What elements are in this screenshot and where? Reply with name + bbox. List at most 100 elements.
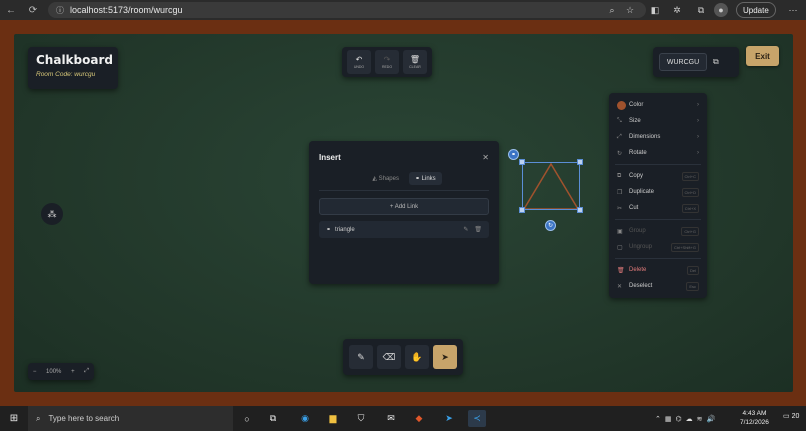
browser-toolbar: ← ⟳ ⓘ localhost:5173/room/wurcgu ⌕ ☆ ◧ ✲… [0,0,806,20]
file-explorer-icon[interactable]: ▆ [324,410,342,427]
profile-avatar[interactable]: ● [714,3,728,17]
menu-item-rotate[interactable]: ↻ Rotate › [609,145,707,161]
link-icon: ⚭ [326,227,332,233]
room-code-display: WURCGU [659,53,707,71]
search-icon: ⌕ [36,413,41,423]
more-menu-icon[interactable]: ⋯ [786,3,800,17]
chevron-right-icon: › [697,134,699,140]
menu-item-copy[interactable]: ⧉ Copy Ctrl+C [609,168,707,184]
pen-tool-button[interactable]: ✎ [349,345,373,369]
favorite-star-icon[interactable]: ☆ [623,3,637,17]
trash-icon[interactable]: 🗑 [474,226,482,233]
modal-title: Insert [319,153,341,162]
windows-start-button[interactable]: ⊞ [0,406,28,431]
menu-item-label: Color [629,102,644,108]
taskbar-search[interactable]: ⌕ Type here to search [28,406,233,431]
add-link-button[interactable]: + Add Link [319,198,489,215]
ungroup-icon: ▢ [617,244,623,251]
cut-icon: ✂ [617,205,623,212]
redo-button[interactable]: ↷ REDO [375,50,399,74]
title-panel: Chalkboard Room Code: wurcgu [28,47,118,89]
cortana-icon[interactable]: ○ [238,410,256,427]
zoom-controls: − 100% + ⤢ [28,363,94,380]
extension-icon[interactable]: ◧ [648,3,662,17]
menu-item-duplicate[interactable]: ❐ Duplicate Ctrl+D [609,184,707,200]
tab-links[interactable]: ⚭ Links [408,172,442,185]
resize-handle-top-left[interactable] [519,159,525,165]
zoom-in-button[interactable]: + [71,369,75,375]
eraser-icon: ⌫ [382,351,396,362]
list-item[interactable]: ⚭ triangle ✎ 🗑 [319,221,489,238]
exit-button[interactable]: Exit [746,46,779,66]
drawing-toolbar: ✎ ⌫ ✋ ➤ [343,339,463,375]
menu-item-dimensions[interactable]: ⤢ Dimensions › [609,129,707,145]
network-icon[interactable]: ⌬ [676,415,682,423]
undo-button[interactable]: ↶ UNDO [347,50,371,74]
menu-divider [615,164,701,165]
menu-item-color[interactable]: Color › [609,97,707,113]
store-icon[interactable]: ⛉ [352,410,370,427]
menu-item-delete[interactable]: 🗑 Delete Del [609,262,707,278]
menu-item-size[interactable]: ⤡ Size › [609,113,707,129]
resize-handle-bottom-right[interactable] [577,207,583,213]
chevron-up-icon[interactable]: ⌃ [655,415,661,423]
task-view-icon[interactable]: ⧉ [264,410,282,427]
refresh-icon[interactable]: ⟳ [24,0,42,20]
zoom-out-button[interactable]: − [33,369,37,375]
undo-icon: ↶ [355,55,363,64]
menu-item-group[interactable]: ▣ Group Ctrl+G [609,223,707,239]
back-arrow-icon[interactable]: ← [2,0,20,20]
close-icon: ✕ [617,283,623,290]
insert-modal: Insert ✕ ◭ Shapes ⚭ Links + Add Link ⚭ t… [309,141,499,284]
fit-screen-icon[interactable]: ⤢ [84,368,89,375]
tab-shapes[interactable]: ◭ Shapes [366,172,405,185]
undo-label: UNDO [353,65,365,69]
mail-icon[interactable]: ✉ [382,410,400,427]
cloud-icon[interactable]: ☁ [686,415,693,423]
chevron-right-icon: › [697,102,699,108]
collections-icon[interactable]: ⧉ [694,3,708,17]
edge-browser-icon[interactable]: ◉ [296,410,314,427]
menu-item-cut[interactable]: ✂ Cut Ctrl+X [609,200,707,216]
cursor-icon: ➤ [441,351,449,362]
hand-tool-button[interactable]: ✋ [405,345,429,369]
vscode-icon[interactable]: ≺ [468,410,486,427]
taskbar-clock[interactable]: 4:43 AM 7/12/2026 [740,409,769,427]
resize-handle-top-right[interactable] [577,159,583,165]
update-button[interactable]: Update [736,2,776,18]
select-tool-button[interactable]: ➤ [433,345,457,369]
extensions-puzzle-icon[interactable]: ✲ [670,3,684,17]
menu-divider [615,219,701,220]
resize-handle-bottom-left[interactable] [519,207,525,213]
eraser-tool-button[interactable]: ⌫ [377,345,401,369]
telegram-icon[interactable]: ➤ [440,410,458,427]
app-tray-icon[interactable]: ▦ [665,415,672,423]
context-menu: Color › ⤡ Size › ⤢ Dimensions › ↻ Rotate… [609,93,707,298]
copy-icon[interactable]: ⧉ [713,57,719,67]
clear-button[interactable]: 🗑 CLEAR [403,50,427,74]
share-nodes-button[interactable]: ⁂ [41,203,63,225]
rotate-handle[interactable]: ↻ [545,220,556,231]
site-info-icon[interactable]: ⓘ [56,5,64,16]
volume-icon[interactable]: 🔊 [707,415,716,423]
trash-icon: 🗑 [617,267,625,274]
menu-item-ungroup[interactable]: ▢ Ungroup Ctrl+Shift+G [609,239,707,255]
history-toolbar: ↶ UNDO ↷ REDO 🗑 CLEAR [342,47,432,77]
link-handle[interactable]: ⚭ [508,149,519,160]
group-icon: ▣ [617,228,623,235]
git-icon[interactable]: ◆ [410,410,428,427]
link-icon: ⚭ [510,152,517,158]
address-bar[interactable]: ⓘ localhost:5173/room/wurcgu [48,2,646,18]
size-icon: ⤡ [617,117,622,124]
chevron-right-icon: › [697,118,699,124]
copy-icon: ⧉ [617,172,622,179]
room-code-label: Room Code: wurcgu [36,71,96,78]
edit-icon[interactable]: ✎ [463,226,468,233]
zoom-icon[interactable]: ⌕ [605,3,619,17]
notification-badge[interactable]: ▭ 20 [783,412,799,420]
wifi-icon[interactable]: ≋ [697,415,703,423]
menu-item-deselect[interactable]: ✕ Deselect Esc [609,278,707,294]
windows-taskbar: ⊞ ⌕ Type here to search ○ ⧉ ◉ ▆ ⛉ ✉ ◆ ➤ … [0,406,806,431]
close-icon[interactable]: ✕ [482,153,489,162]
trash-icon: 🗑 [409,55,421,64]
